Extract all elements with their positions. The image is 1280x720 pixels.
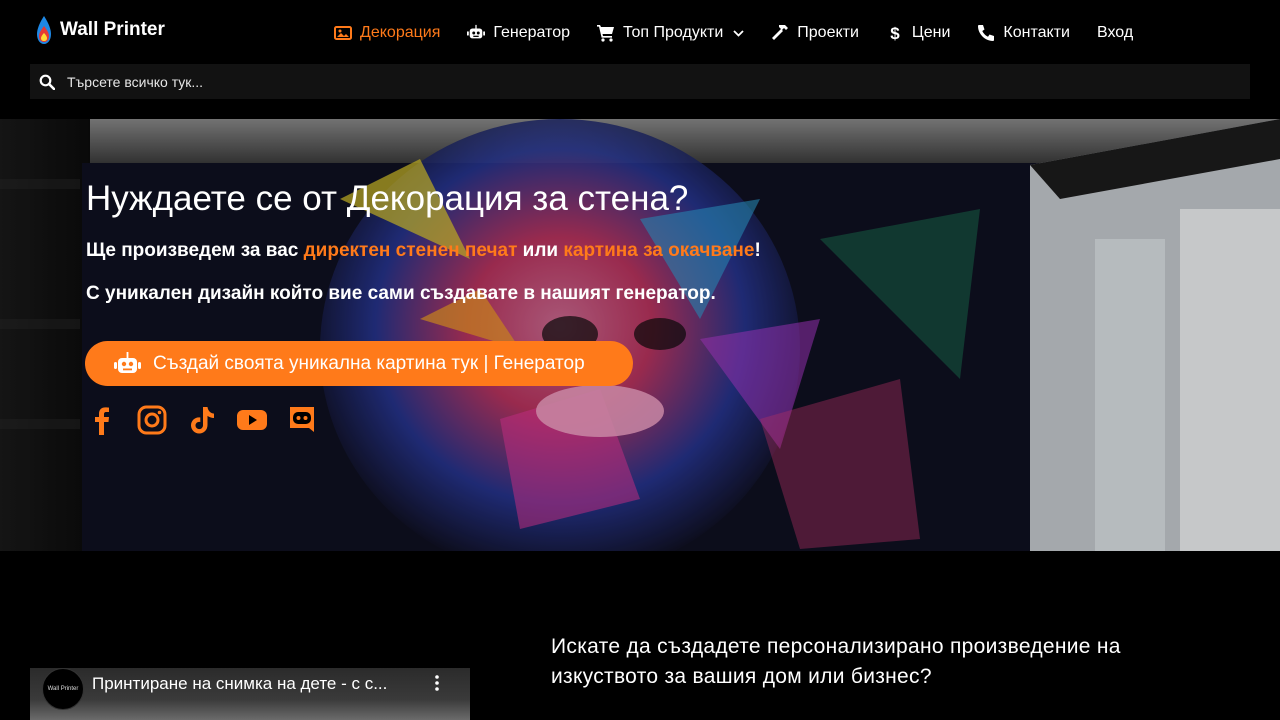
nav-item-decoration[interactable]: Декорация xyxy=(334,24,440,42)
search-icon xyxy=(39,74,55,90)
direct-wall-print-link[interactable]: директен стенен печат xyxy=(304,240,518,261)
nav-item-prices[interactable]: $ Цени xyxy=(886,24,951,42)
nav-item-top-products[interactable]: Топ Продукти xyxy=(597,24,744,42)
svg-text:$: $ xyxy=(890,24,900,42)
hero-line-1-middle: или xyxy=(517,240,564,261)
video-embed[interactable]: Wall Printer Принтиране на снимка на дет… xyxy=(30,668,470,720)
tiktok-icon xyxy=(191,407,214,434)
login-link[interactable]: Вход xyxy=(1097,24,1133,42)
nav-item-label: Топ Продукти xyxy=(623,24,724,41)
phone-icon xyxy=(978,25,995,41)
nav-item-label: Контакти xyxy=(1003,24,1070,41)
nav-item-label: Проекти xyxy=(797,24,859,41)
robot-icon xyxy=(467,24,486,39)
hero-line-1-prefix: Ще произведем за вас xyxy=(86,240,304,261)
instagram-link[interactable] xyxy=(136,404,168,436)
search-input[interactable] xyxy=(65,72,1169,91)
nav-item-generator[interactable]: Генератор xyxy=(467,24,570,42)
youtube-link[interactable] xyxy=(236,404,268,436)
nav-item-projects[interactable]: Проекти xyxy=(771,24,859,42)
logo[interactable]: Wall Printer xyxy=(36,16,165,44)
instagram-icon xyxy=(137,405,167,435)
nav-item-label: Цени xyxy=(911,24,951,41)
hero-line-1-suffix: ! xyxy=(754,240,761,261)
header: Wall Printer Декорация Генератор Топ Про… xyxy=(0,0,1280,119)
hanging-painting-link[interactable]: картина за окачване xyxy=(563,240,754,261)
main-nav: Декорация Генератор Топ Продукти Проекти… xyxy=(334,19,1133,47)
facebook-icon xyxy=(95,407,109,435)
hammer-icon xyxy=(772,25,789,40)
logo-drop-icon xyxy=(37,16,51,44)
social-links xyxy=(86,404,318,436)
hero-title: Нуждаете се от Декорация за стена? xyxy=(86,179,689,218)
discord-icon xyxy=(290,407,314,432)
image-icon xyxy=(334,26,352,40)
hero-line-1: Ще произведем за вас директен стенен печ… xyxy=(86,240,761,262)
search-bar xyxy=(30,64,1250,99)
youtube-icon xyxy=(237,410,267,430)
cart-icon xyxy=(597,25,614,42)
chevron-down-icon xyxy=(733,29,744,37)
nav-item-label: Генератор xyxy=(493,24,570,41)
info-question: Искате да създадете персонализирано прои… xyxy=(551,635,1121,688)
more-options-icon[interactable] xyxy=(434,674,440,692)
channel-avatar[interactable]: Wall Printer xyxy=(42,668,84,710)
robot-icon xyxy=(114,351,141,373)
brand-name: Wall Printer xyxy=(60,19,165,40)
dollar-icon: $ xyxy=(890,24,900,42)
cta-label: Създай своята уникална картина тук | Ген… xyxy=(153,352,585,374)
video-title[interactable]: Принтиране на снимка на дете - с с... xyxy=(92,674,387,694)
hero-banner: Нуждаете се от Декорация за стена? Ще пр… xyxy=(0,119,1280,551)
discord-link[interactable] xyxy=(286,404,318,436)
nav-item-label: Декорация xyxy=(360,24,441,41)
hero-line-2: С уникален дизайн който вие сами създава… xyxy=(86,283,716,304)
nav-item-contacts[interactable]: Контакти xyxy=(977,24,1070,42)
facebook-link[interactable] xyxy=(86,404,118,436)
generator-cta-button[interactable]: Създай своята уникална картина тук | Ген… xyxy=(85,341,633,386)
tiktok-link[interactable] xyxy=(186,404,218,436)
